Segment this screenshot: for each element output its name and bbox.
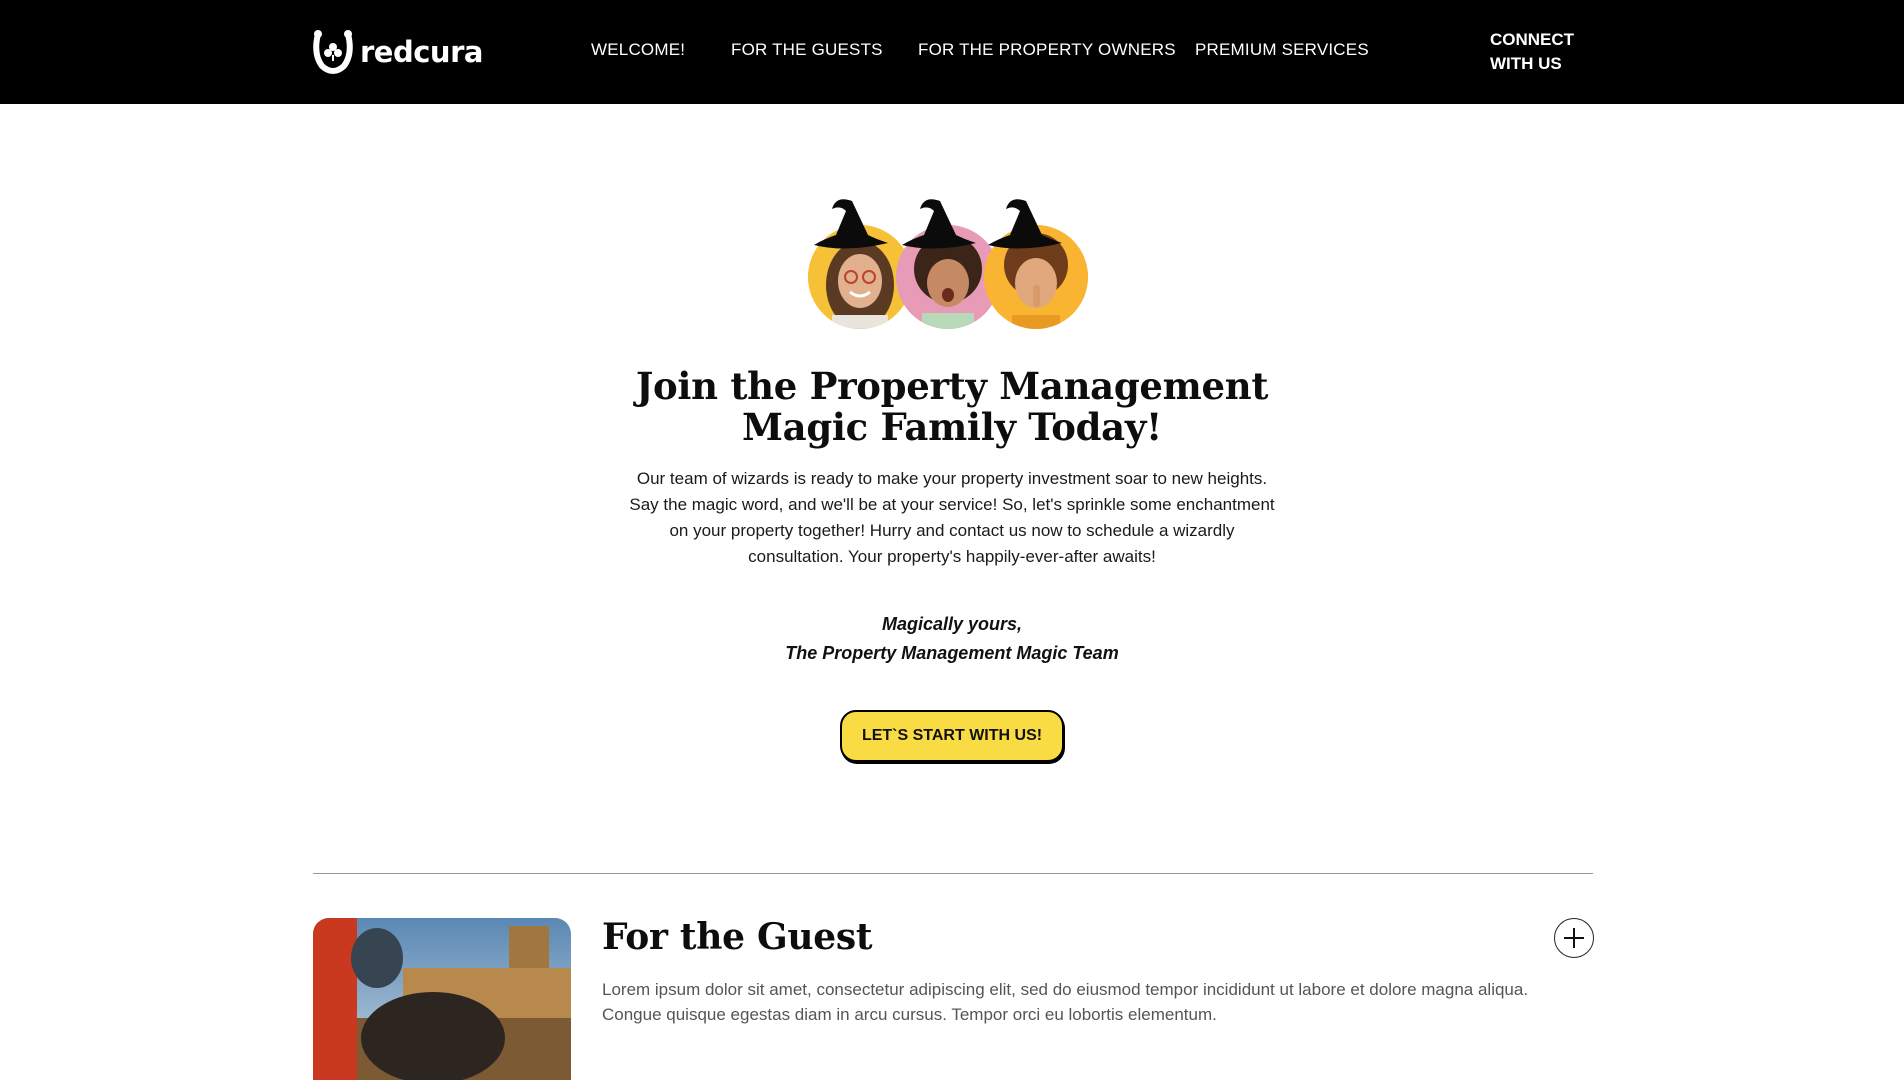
witch-hat-icon bbox=[814, 199, 888, 249]
logo[interactable]: redcura bbox=[312, 28, 483, 76]
signoff-line-1: Magically yours, bbox=[881, 614, 1023, 634]
hero-title-line-2: Magic Family Today! bbox=[742, 405, 1162, 449]
accordion-description: Lorem ipsum dolor sit amet, consectetur … bbox=[602, 980, 1529, 1024]
section-divider bbox=[313, 873, 1593, 874]
connect-line-2: WITH US bbox=[1490, 54, 1562, 73]
expand-accordion-button[interactable] bbox=[1554, 918, 1594, 958]
hero-title-line-1: Join the Property Management bbox=[635, 364, 1269, 408]
horseshoe-clover-icon bbox=[313, 30, 353, 74]
guest-image bbox=[313, 918, 571, 1080]
connect-with-us-link[interactable]: CONNECT WITH US bbox=[1490, 28, 1600, 76]
witch-hat-icon bbox=[902, 199, 976, 249]
guest-photo bbox=[313, 918, 571, 1080]
start-with-us-button[interactable]: LET`S START WITH US! bbox=[840, 710, 1064, 762]
nav-welcome[interactable]: WELCOME! bbox=[591, 40, 685, 60]
signoff-line-2: The Property Management Magic Team bbox=[785, 643, 1119, 663]
hero-title: Join the Property Management Magic Famil… bbox=[552, 366, 1352, 448]
hero-description: Our team of wizards is ready to make you… bbox=[629, 469, 1275, 566]
nav-premium-services[interactable]: PREMIUM SERVICES bbox=[1195, 40, 1369, 60]
connect-line-1: CONNECT bbox=[1490, 30, 1575, 49]
team-avatars bbox=[800, 195, 1110, 335]
nav-for-the-guests[interactable]: FOR THE GUESTS bbox=[731, 40, 883, 60]
site-header: redcura WELCOME! FOR THE GUESTS FOR THE … bbox=[0, 0, 1904, 104]
nav-for-the-property-owners[interactable]: FOR THE PROPERTY OWNERS bbox=[918, 40, 1176, 60]
logo-text: redcura bbox=[360, 35, 483, 69]
witch-hat-icon bbox=[988, 199, 1062, 249]
plus-icon bbox=[1564, 928, 1584, 948]
signoff: Magically yours, The Property Management… bbox=[652, 610, 1252, 668]
accordion-title[interactable]: For the Guest bbox=[602, 916, 872, 958]
